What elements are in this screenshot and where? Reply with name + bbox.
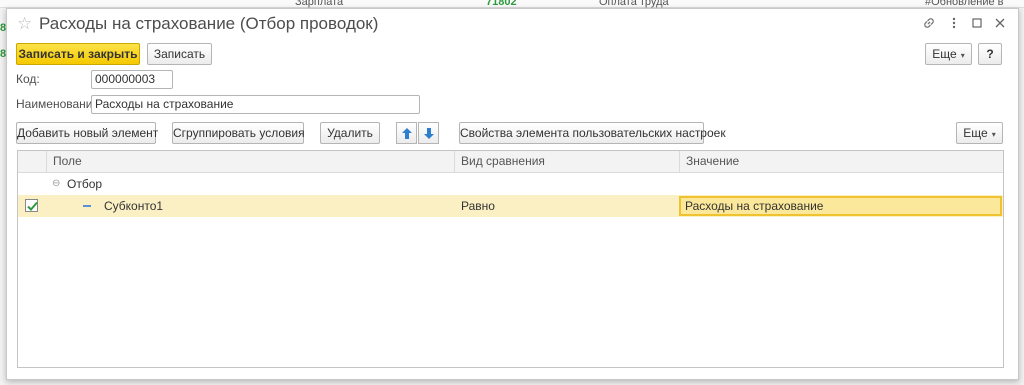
more-button[interactable]: Еще ▾ bbox=[925, 43, 972, 65]
element-properties-button[interactable]: Свойства элемента пользовательских настр… bbox=[459, 122, 726, 144]
table-row-group[interactable]: ⊖ Отбор bbox=[18, 173, 1003, 195]
code-field[interactable]: 000000003 bbox=[91, 70, 173, 89]
filter-table: Поле Вид сравнения Значение ⊖ Отбор Субк… bbox=[17, 150, 1004, 368]
column-header-value[interactable]: Значение bbox=[679, 151, 1004, 173]
favorite-star-icon[interactable]: ☆ bbox=[17, 14, 32, 34]
column-header-comparison[interactable]: Вид сравнения bbox=[454, 151, 679, 173]
comparison-value[interactable]: Равно bbox=[461, 195, 495, 217]
save-and-close-button[interactable]: Записать и закрыть bbox=[16, 43, 140, 65]
value-cell[interactable]: Расходы на страхование bbox=[679, 196, 1002, 216]
window-title: Расходы на страхование (Отбор проводок) bbox=[39, 14, 379, 33]
filter-more-button[interactable]: Еще ▾ bbox=[956, 122, 1003, 144]
background-text: Оплата труда bbox=[599, 0, 669, 8]
column-header-check bbox=[18, 151, 46, 173]
arrow-down-icon bbox=[424, 128, 434, 139]
move-down-button[interactable] bbox=[418, 122, 439, 144]
field-item-icon bbox=[83, 195, 91, 217]
name-label: Наименование: bbox=[16, 97, 103, 111]
maximize-icon[interactable] bbox=[969, 16, 985, 32]
more-button-label: Еще bbox=[932, 47, 957, 61]
save-button[interactable]: Записать bbox=[147, 43, 212, 65]
move-up-button[interactable] bbox=[396, 122, 417, 144]
dialog-window: ☆ Расходы на страхование (Отбор проводок… bbox=[6, 8, 1019, 380]
table-header: Поле Вид сравнения Значение bbox=[18, 151, 1003, 173]
arrow-up-icon bbox=[402, 128, 412, 139]
collapse-icon[interactable]: ⊖ bbox=[52, 173, 60, 195]
more-vert-icon[interactable] bbox=[946, 16, 962, 32]
group-conditions-button[interactable]: Сгруппировать условия bbox=[172, 122, 305, 144]
add-new-element-button[interactable]: Добавить новый элемент bbox=[16, 122, 158, 144]
background-number: 71802 bbox=[486, 0, 517, 8]
link-icon[interactable] bbox=[921, 16, 937, 32]
close-icon[interactable] bbox=[992, 16, 1008, 32]
use-checkbox[interactable] bbox=[25, 199, 38, 212]
code-label: Код: bbox=[16, 72, 40, 86]
name-field[interactable]: Расходы на страхование bbox=[91, 95, 420, 114]
group-label: Отбор bbox=[67, 177, 103, 191]
background-text: #Обновление в bbox=[925, 0, 1004, 8]
column-header-field[interactable]: Поле bbox=[46, 151, 454, 173]
background-text: Зарплата bbox=[295, 0, 344, 8]
background-list-strip: Зарплата 71802 Оплата труда #Обновление … bbox=[0, 0, 1024, 8]
chevron-down-icon: ▾ bbox=[960, 51, 965, 60]
help-button[interactable]: ? bbox=[978, 43, 1002, 65]
chevron-down-icon: ▾ bbox=[991, 130, 996, 139]
filter-more-button-label: Еще bbox=[963, 126, 988, 140]
field-name: Субконто1 bbox=[104, 199, 164, 213]
title-bar: ☆ Расходы на страхование (Отбор проводок… bbox=[7, 9, 1018, 39]
delete-button[interactable]: Удалить bbox=[320, 122, 380, 144]
table-row[interactable]: Субконто1 Равно Расходы на страхование bbox=[18, 195, 1003, 217]
checkmark-icon bbox=[27, 201, 38, 211]
